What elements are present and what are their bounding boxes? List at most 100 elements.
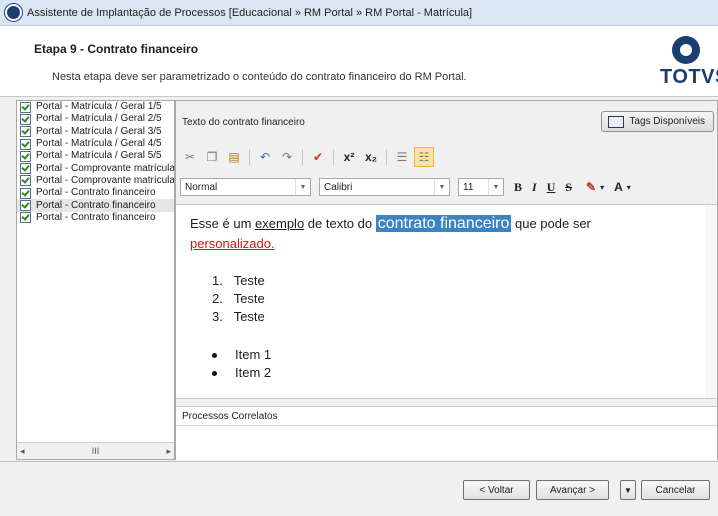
text-segment: que pode ser bbox=[511, 216, 591, 231]
tree-item[interactable]: Portal - Contrato financeiro bbox=[17, 187, 174, 199]
rich-text-area[interactable]: Esse é um exemplo de texto do contrato f… bbox=[176, 204, 717, 399]
totvs-logo-icon bbox=[672, 36, 700, 64]
tree-item[interactable]: Portal - Matrícula / Geral 4/5 bbox=[17, 138, 174, 150]
toolbar-separator bbox=[386, 149, 387, 165]
underline-button[interactable]: U bbox=[547, 180, 556, 195]
totvs-logo: TOTVS bbox=[660, 36, 718, 88]
checked-icon bbox=[20, 138, 31, 150]
cut-icon[interactable]: ✂ bbox=[180, 147, 200, 167]
bullet-list: Item 1 Item 2 bbox=[212, 346, 271, 382]
tree-item-label: Portal - Contrato financeiro bbox=[36, 211, 156, 223]
bold-button[interactable]: B bbox=[514, 180, 522, 195]
spellcheck-icon[interactable]: ✔ bbox=[308, 147, 328, 167]
numbered-list-icon[interactable]: ☰ bbox=[392, 147, 412, 167]
window-titlebar: Assistente de Implantação de Processos [… bbox=[0, 0, 718, 26]
checked-icon bbox=[20, 150, 31, 162]
step-description: Nesta etapa deve ser parametrizado o con… bbox=[52, 71, 467, 83]
list-item: Item 1 bbox=[212, 346, 271, 364]
tree-item[interactable]: Portal - Contrato financeiro bbox=[17, 199, 174, 212]
size-select-value: 11 bbox=[463, 181, 474, 193]
checked-icon bbox=[20, 126, 31, 138]
superscript-icon[interactable]: x² bbox=[339, 147, 359, 167]
related-processes-panel: Processos Correlatos bbox=[176, 406, 717, 460]
list-item: 3. Teste bbox=[212, 309, 265, 324]
text-segment: Esse é um bbox=[190, 216, 256, 231]
tree-item[interactable]: Portal - Comprovante matrícula bbox=[17, 175, 174, 187]
tree-item[interactable]: Portal - Comprovante matrícula bbox=[17, 162, 174, 175]
font-select[interactable]: Calibri ▼ bbox=[319, 178, 450, 196]
strikethrough-button[interactable]: S bbox=[565, 180, 572, 195]
chevron-down-icon: ▼ bbox=[434, 179, 449, 195]
subscript-icon[interactable]: x₂ bbox=[361, 147, 381, 167]
editor-label: Texto do contrato financeiro bbox=[182, 117, 305, 128]
wizard-footer: < Voltar Avançar > ▼ Cancelar bbox=[0, 461, 718, 516]
checked-icon bbox=[20, 200, 31, 212]
redo-icon[interactable]: ↷ bbox=[277, 147, 297, 167]
list-item: Item 2 bbox=[212, 364, 271, 382]
size-select[interactable]: 11 ▼ bbox=[458, 178, 504, 196]
back-button[interactable]: < Voltar bbox=[463, 480, 530, 500]
paragraph: Esse é um exemplo de texto do contrato f… bbox=[190, 214, 670, 254]
tags-button[interactable]: Tags Disponíveis bbox=[601, 111, 714, 132]
red-text: personalizado. bbox=[190, 236, 275, 251]
checked-icon bbox=[20, 101, 31, 113]
font-select-value: Calibri bbox=[324, 181, 353, 193]
editor-toolbar-actions: ✂ ❐ ▤ ↶ ↷ ✔ x² x₂ ☰ ☷ bbox=[180, 147, 434, 167]
checked-icon bbox=[20, 187, 31, 199]
tree-item-label: Portal - Matrícula / Geral 1/5 bbox=[36, 101, 162, 113]
next-button[interactable]: Avançar > bbox=[536, 480, 609, 500]
options-dropdown-button[interactable]: ▼ bbox=[620, 480, 636, 500]
editor-vertical-scrollbar[interactable] bbox=[705, 205, 717, 398]
toolbar-separator bbox=[302, 149, 303, 165]
bullet-list-icon[interactable]: ☷ bbox=[414, 147, 434, 167]
tree-item[interactable]: Portal - Contrato financeiro bbox=[17, 212, 174, 224]
related-processes-label: Processos Correlatos bbox=[182, 411, 278, 422]
scroll-right-icon[interactable]: ▸ bbox=[166, 446, 171, 457]
window-title: Assistente de Implantação de Processos [… bbox=[27, 6, 473, 19]
tree-item-label: Portal - Matrícula / Geral 5/5 bbox=[36, 150, 162, 162]
tree-item-label: Portal - Matrícula / Geral 2/5 bbox=[36, 113, 162, 125]
tree-item[interactable]: Portal - Matrícula / Geral 1/5 bbox=[17, 101, 174, 113]
editor-toolbar-format: Normal ▼ Calibri ▼ 11 ▼ B I U S ✎ ▾ A ▾ bbox=[180, 177, 631, 197]
undo-icon[interactable]: ↶ bbox=[255, 147, 275, 167]
tree-item-label: Portal - Matrícula / Geral 3/5 bbox=[36, 125, 162, 137]
copy-icon[interactable]: ❐ bbox=[202, 147, 222, 167]
app-logo-icon bbox=[5, 4, 22, 21]
tree-item[interactable]: Portal - Matrícula / Geral 5/5 bbox=[17, 150, 174, 162]
editor-pane: Texto do contrato financeiro Tags Dispon… bbox=[175, 100, 718, 460]
chevron-down-icon[interactable]: ▾ bbox=[627, 183, 631, 192]
checked-icon bbox=[20, 212, 31, 224]
paste-icon[interactable]: ▤ bbox=[224, 147, 244, 167]
tree-items: Portal - Matrícula / Geral 1/5 Portal - M… bbox=[17, 101, 174, 224]
list-item: 2. Teste bbox=[212, 291, 265, 306]
tags-icon bbox=[608, 115, 625, 128]
tree-item-label: Portal - Comprovante matrícula bbox=[36, 174, 174, 186]
tree-item[interactable]: Portal - Matrícula / Geral 2/5 bbox=[17, 113, 174, 125]
tree-item[interactable]: Portal - Matrícula / Geral 3/5 bbox=[17, 126, 174, 138]
tree-item-label: Portal - Contrato financeiro bbox=[36, 187, 156, 199]
toolbar-separator bbox=[249, 149, 250, 165]
text-segment: de texto do bbox=[304, 216, 376, 231]
chevron-down-icon: ▼ bbox=[488, 179, 503, 195]
steps-tree[interactable]: Portal - Matrícula / Geral 1/5 Portal - M… bbox=[16, 100, 175, 460]
scroll-thumb[interactable]: III bbox=[92, 446, 100, 456]
scroll-left-icon[interactable]: ◂ bbox=[20, 446, 25, 457]
style-select-value: Normal bbox=[185, 181, 218, 193]
checked-icon bbox=[20, 113, 31, 125]
highlight-color-icon[interactable]: ✎ bbox=[586, 180, 596, 195]
checked-icon bbox=[20, 163, 31, 175]
tree-item-label: Portal - Comprovante matrícula bbox=[36, 162, 174, 174]
tree-item-label: Portal - Contrato financeiro bbox=[36, 199, 156, 211]
italic-button[interactable]: I bbox=[532, 180, 537, 195]
style-select[interactable]: Normal ▼ bbox=[180, 178, 311, 196]
tree-horizontal-scrollbar[interactable]: ◂ III ▸ bbox=[17, 442, 174, 459]
font-color-button[interactable]: A bbox=[614, 180, 623, 194]
chevron-down-icon[interactable]: ▾ bbox=[600, 183, 604, 192]
chevron-down-icon: ▼ bbox=[295, 179, 310, 195]
cancel-button[interactable]: Cancelar bbox=[641, 480, 710, 500]
selected-text: contrato financeiro bbox=[375, 215, 512, 232]
divider bbox=[176, 425, 717, 426]
wizard-header: Etapa 9 - Contrato financeiro Nesta etap… bbox=[0, 26, 718, 97]
tags-button-label: Tags Disponíveis bbox=[629, 116, 705, 127]
tree-item-label: Portal - Matrícula / Geral 4/5 bbox=[36, 138, 162, 150]
